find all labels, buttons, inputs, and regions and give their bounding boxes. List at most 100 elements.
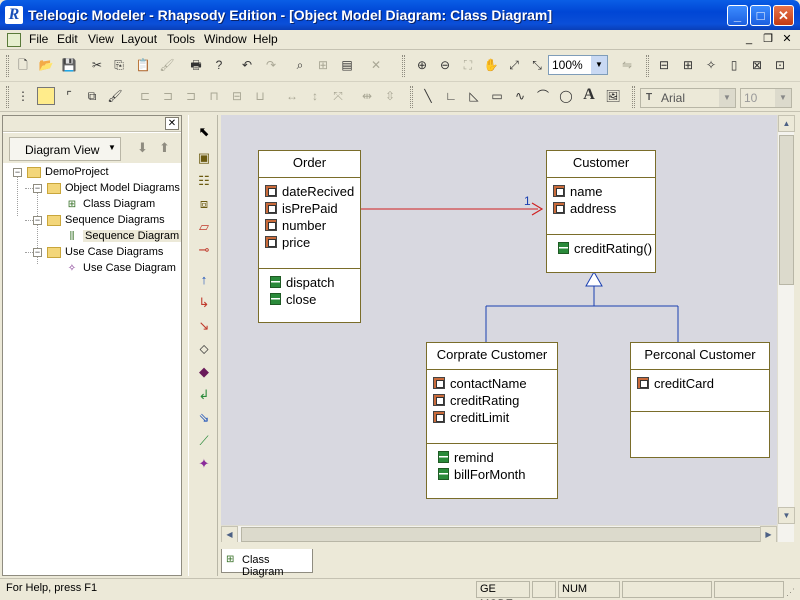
scroll-up-icon[interactable]: ▲ bbox=[778, 115, 795, 132]
menu-help[interactable]: Help bbox=[253, 32, 278, 46]
class-customer[interactable]: Customer name address creditRating() bbox=[546, 150, 656, 273]
vertical-scrollbar[interactable]: ▲ ▼ bbox=[777, 115, 795, 542]
tree-item-object-model-diagrams[interactable]: Object Model Diagrams bbox=[47, 180, 180, 196]
forward-arrow-icon[interactable]: ⬆ bbox=[159, 140, 170, 156]
save-icon[interactable]: 💾 bbox=[60, 56, 78, 74]
paste-icon[interactable]: 📋 bbox=[134, 56, 152, 74]
mdi-minimize-button[interactable]: _ bbox=[742, 32, 756, 46]
attribute[interactable]: isPrePaid bbox=[265, 201, 338, 217]
class-diagram-icon[interactable]: ⊞ bbox=[679, 56, 697, 74]
tree-collapse-toggle[interactable]: − bbox=[13, 168, 22, 177]
scroll-right-icon[interactable]: ▶ bbox=[760, 526, 777, 543]
mdi-close-button[interactable]: ✕ bbox=[780, 32, 794, 46]
same-width-icon[interactable]: ↔ bbox=[283, 87, 301, 105]
align-bottom-icon[interactable]: ⊔ bbox=[251, 87, 269, 105]
statechart-icon[interactable]: ⊠ bbox=[748, 56, 766, 74]
dependency-tool-icon[interactable]: ⇘ bbox=[195, 409, 213, 427]
minimize-button[interactable]: _ bbox=[727, 5, 748, 26]
tree-item-class-diagram[interactable]: ⊞ Class Diagram bbox=[65, 196, 155, 212]
align-left-icon[interactable]: ⊏ bbox=[136, 87, 154, 105]
same-height-icon[interactable]: ↕ bbox=[306, 87, 324, 105]
tree-item-use-case-diagram[interactable]: ✧ Use Case Diagram bbox=[65, 260, 176, 276]
menu-edit[interactable]: Edit bbox=[57, 32, 78, 46]
snap-icon[interactable]: ⌜ bbox=[60, 87, 78, 105]
chevron-down-icon[interactable]: ▼ bbox=[719, 89, 735, 107]
tree-item-sequence-diagram[interactable]: ⫼ Sequence Diagram bbox=[65, 228, 182, 244]
zoom-select[interactable]: 100% ▼ bbox=[548, 55, 608, 75]
menu-window[interactable]: Window bbox=[204, 32, 247, 46]
aggregation-tool-icon[interactable]: ⬦ bbox=[195, 340, 213, 358]
attribute[interactable]: contactName bbox=[433, 376, 527, 392]
curve-tool-icon[interactable]: ∿ bbox=[511, 87, 529, 105]
menu-layout[interactable]: Layout bbox=[121, 32, 157, 46]
tree-item-project[interactable]: DemoProject bbox=[27, 164, 109, 180]
layout-icon[interactable]: ⧉ bbox=[83, 87, 101, 105]
locate-icon[interactable]: ⊞ bbox=[314, 56, 332, 74]
tab-class-diagram[interactable]: ⊞ Class Diagram bbox=[221, 549, 313, 578]
operation[interactable]: billForMonth bbox=[438, 467, 526, 483]
specification-icon[interactable]: ⇋ bbox=[618, 56, 636, 74]
ellipse-tool-icon[interactable]: ◯ bbox=[557, 87, 575, 105]
rectangle-tool-icon[interactable]: ▭ bbox=[488, 87, 506, 105]
horizontal-scrollbar[interactable]: ◀ ▶ bbox=[221, 525, 777, 543]
package-tool-icon[interactable]: ▱ bbox=[195, 218, 213, 236]
binoculars-icon[interactable]: ⌕ bbox=[291, 56, 309, 74]
freehand-tool-icon[interactable]: ⌒ bbox=[534, 87, 552, 105]
line-tool-icon[interactable]: ╲ bbox=[419, 87, 437, 105]
zoom-out-icon[interactable]: ⊖ bbox=[436, 56, 454, 74]
document-icon[interactable] bbox=[7, 33, 21, 47]
menu-view[interactable]: View bbox=[88, 32, 114, 46]
cut-icon[interactable]: ✂ bbox=[88, 56, 106, 74]
class-order[interactable]: Order dateRecived isPrePaid number price… bbox=[258, 150, 361, 323]
class-tool-icon[interactable]: ☷ bbox=[195, 172, 213, 190]
diagram-canvas[interactable]: 1 Order dateRecived isPrePaid number pri… bbox=[221, 115, 777, 525]
chevron-down-icon[interactable]: ▼ bbox=[775, 89, 791, 107]
horizontal-scroll-thumb[interactable] bbox=[241, 527, 761, 542]
maximize-button[interactable]: □ bbox=[750, 5, 771, 26]
space-horizontal-icon[interactable]: ⇹ bbox=[358, 87, 376, 105]
tree-collapse-toggle[interactable]: − bbox=[33, 216, 42, 225]
copy-icon[interactable]: ⎘ bbox=[110, 56, 128, 74]
same-size-icon[interactable]: ⤧ bbox=[329, 87, 347, 105]
operation[interactable]: remind bbox=[438, 450, 494, 466]
composition-tool-icon[interactable]: ◆ bbox=[195, 363, 213, 381]
inheritance-tool-icon[interactable]: ↑ bbox=[195, 271, 213, 289]
attribute[interactable]: creditRating bbox=[433, 393, 519, 409]
association-tool-icon[interactable]: ↳ bbox=[195, 294, 213, 312]
attribute[interactable]: name bbox=[553, 184, 603, 200]
menu-file[interactable]: File bbox=[29, 32, 48, 46]
attribute[interactable]: address bbox=[553, 201, 616, 217]
operation[interactable]: creditRating() bbox=[558, 241, 652, 257]
chevron-down-icon[interactable]: ▼ bbox=[591, 56, 607, 74]
close-icon[interactable]: ✕ bbox=[165, 117, 179, 130]
tree-item-use-case-diagrams[interactable]: Use Case Diagrams bbox=[47, 244, 163, 260]
class-corporate-customer[interactable]: Corprate Customer contactName creditRati… bbox=[426, 342, 558, 499]
tree-item-sequence-diagrams[interactable]: Sequence Diagrams bbox=[47, 212, 165, 228]
scroll-left-icon[interactable]: ◀ bbox=[221, 526, 238, 543]
composite-class-icon[interactable]: ⧈ bbox=[195, 195, 213, 213]
component-icon[interactable]: ⊡ bbox=[771, 56, 789, 74]
directed-association-icon[interactable]: ↘ bbox=[195, 317, 213, 335]
polyline-tool-icon[interactable]: ∟ bbox=[442, 87, 460, 105]
new-file-icon[interactable]: 🗋 bbox=[14, 56, 32, 74]
attribute[interactable]: creditCard bbox=[637, 376, 714, 392]
back-arrow-icon[interactable]: ⬇ bbox=[137, 140, 148, 156]
zoom-to-fit-icon[interactable]: ⤢ bbox=[505, 56, 523, 74]
brush-icon[interactable]: 🖌 bbox=[106, 87, 124, 105]
tree-collapse-toggle[interactable]: − bbox=[33, 184, 42, 193]
toolbar-grip[interactable] bbox=[6, 86, 9, 108]
font-size-select[interactable]: 10 ▼ bbox=[740, 88, 792, 108]
vertical-scroll-thumb[interactable] bbox=[779, 135, 794, 285]
model-browser-icon[interactable]: ⊟ bbox=[655, 56, 673, 74]
resize-grip-icon[interactable]: ⋰ bbox=[786, 587, 796, 597]
help-icon[interactable]: ? bbox=[210, 56, 228, 74]
menu-tools[interactable]: Tools bbox=[167, 32, 195, 46]
scroll-down-icon[interactable]: ▼ bbox=[778, 507, 795, 524]
text-tool-icon[interactable]: A bbox=[580, 86, 598, 104]
object-tool-icon[interactable]: ▣ bbox=[195, 149, 213, 167]
select-frame-icon[interactable] bbox=[37, 87, 55, 105]
grid-icon[interactable]: ⋮ bbox=[14, 87, 32, 105]
toolbar-grip[interactable] bbox=[632, 86, 635, 108]
toolbar-grip[interactable] bbox=[646, 55, 649, 77]
open-folder-icon[interactable]: 📂 bbox=[37, 56, 55, 74]
